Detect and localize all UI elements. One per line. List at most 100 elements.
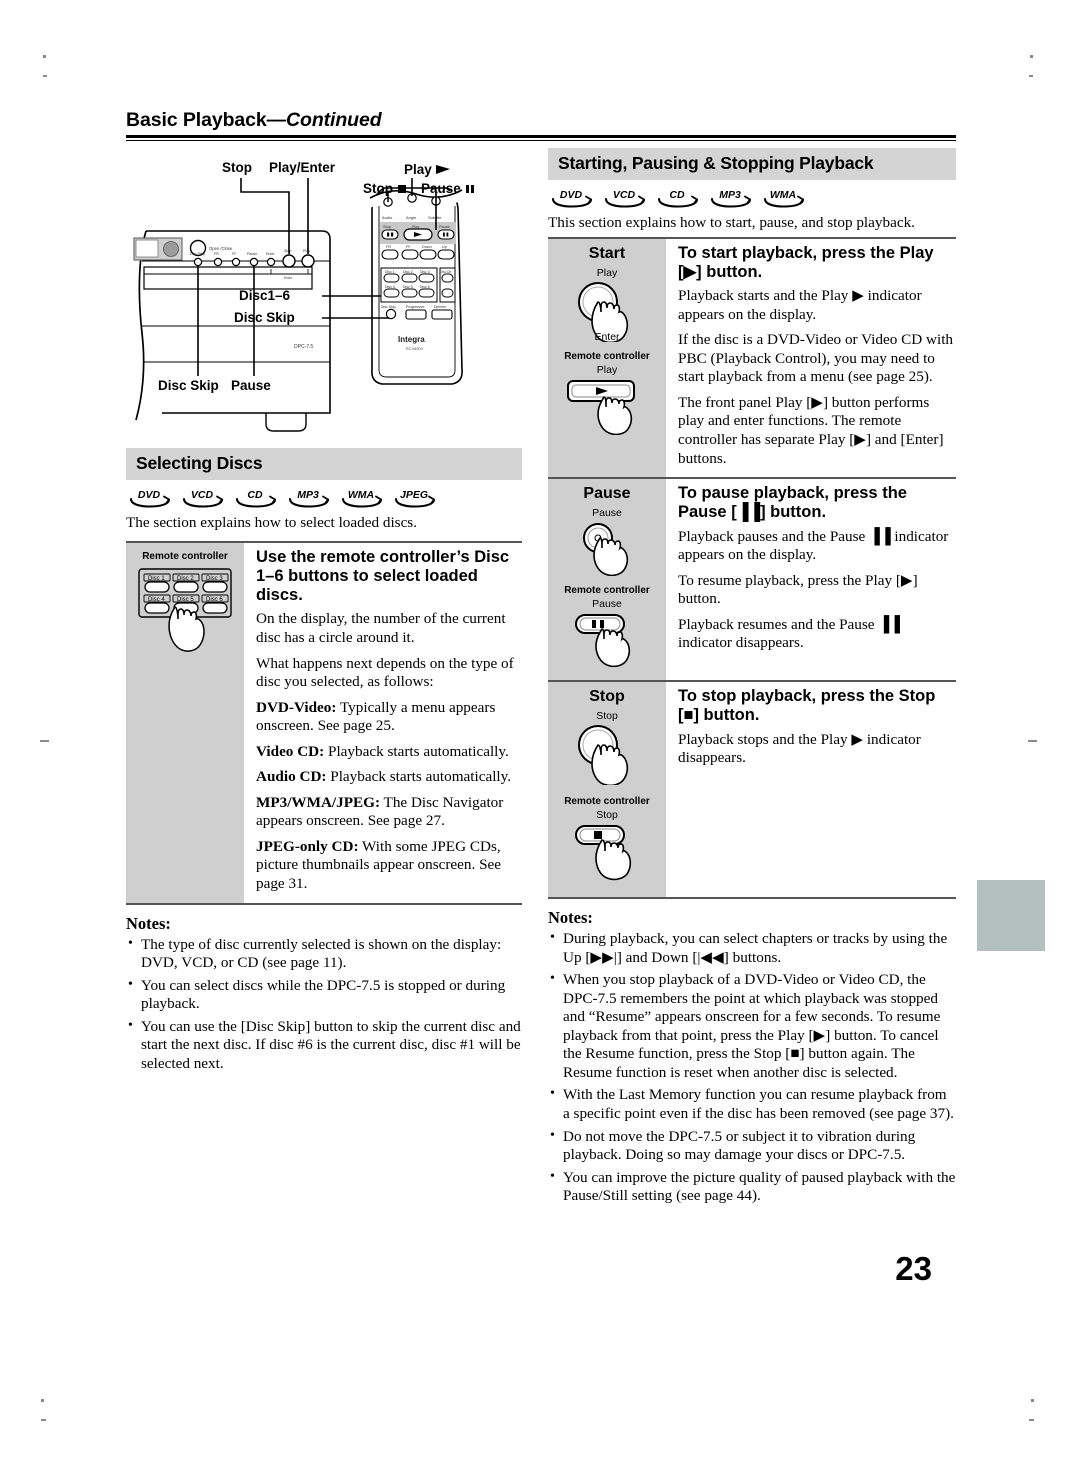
front-panel-stop-knob-illustration <box>578 725 629 787</box>
disc-type-item: Video CD: Playback starts automatically. <box>256 743 522 762</box>
selecting-discs-intro: The section explains how to select loade… <box>126 514 418 531</box>
pause-panel-button-label: Pause <box>592 507 622 520</box>
svg-text:JPEG: JPEG <box>400 489 428 501</box>
disc-format-badge-wma-icon: WMA <box>762 187 806 208</box>
svg-text:Disc 2: Disc 2 <box>403 270 413 274</box>
disc-format-badge-cd-icon: CD <box>234 487 278 508</box>
diagram-label-disc-skip-remote: Disc Skip <box>234 310 295 325</box>
disc-format-badge-vcd-icon: VCD <box>181 487 225 508</box>
disc-format-badge-dvd-icon: DVD <box>128 487 172 508</box>
left-disc-format-badges: DVD VCD CD MP3 WMA JPEG <box>128 487 522 508</box>
svg-text:Integra: Integra <box>398 335 425 344</box>
svg-text:RC-540DV: RC-540DV <box>406 347 424 351</box>
remote-controller-label: Remote controller <box>142 550 228 562</box>
left-notes-title: Notes: <box>126 913 171 933</box>
remote-pause-button-illustration <box>575 614 631 668</box>
page-number: 23 <box>895 1250 932 1287</box>
disc-format-badge-jpeg-icon: JPEG <box>393 487 437 508</box>
start-row-label: Start <box>588 244 626 262</box>
remote-play-button-illustration <box>567 379 635 435</box>
svg-text:Disc 4: Disc 4 <box>385 285 395 289</box>
stop-text-cell: To stop playback, press the Stop [■] but… <box>666 682 956 897</box>
right-column: Starting, Pausing & Stopping Playback DV… <box>548 148 956 1210</box>
crop-mark-bottom-right-2 <box>1029 1419 1034 1421</box>
diagram-label-play-remote: Play <box>404 162 451 177</box>
pause-remote-button-label: Pause <box>592 598 622 611</box>
svg-text:Stop: Stop <box>284 249 291 253</box>
svg-text:FF: FF <box>406 245 411 249</box>
svg-text:MP3: MP3 <box>297 489 319 501</box>
svg-text:DPC-7.5: DPC-7.5 <box>294 344 313 350</box>
stop-heading: To stop playback, press the Stop [■] but… <box>678 687 936 725</box>
note-item: With the Last Memory function you can re… <box>548 1085 956 1123</box>
pause-text-cell: To pause playback, press the Pause [▐▐] … <box>666 479 956 680</box>
start-remote-label: Remote controller <box>564 350 650 362</box>
diagram-label-pause-front: Pause <box>231 378 271 393</box>
disc-format-badge-cd-icon: CD <box>656 187 700 208</box>
crop-mark-mid-right <box>1028 740 1037 742</box>
note-item: When you stop playback of a DVD-Video or… <box>548 970 956 1082</box>
instruction-row-disc-buttons: Remote controller Disc 1 Disc 2 Disc 3 D… <box>126 542 522 903</box>
crop-mark-top-left-2 <box>43 75 47 77</box>
stop-row-label: Stop <box>589 688 625 706</box>
svg-text:CD: CD <box>669 189 685 201</box>
diagram-label-pause-remote: Pause <box>421 181 476 196</box>
start-text-cell: To start playback, press the Play [▶] bu… <box>666 239 956 478</box>
disc-type-item: DVD-Video: Typically a menu appears onsc… <box>256 699 522 736</box>
diagram-label-stop-remote-text: Stop <box>363 181 393 196</box>
start-heading: To start playback, press the Play [▶] bu… <box>678 243 934 281</box>
instruction-heading: Use the remote controller’s Disc 1–6 but… <box>256 547 510 605</box>
pause-para-3: Playback resumes and the Pause ▐▐ indica… <box>678 615 900 652</box>
svg-text:Disc 6: Disc 6 <box>206 597 223 603</box>
pause-para-2: To resume playback, press the Play [▶] b… <box>678 571 918 608</box>
crop-mark-bottom-right <box>1031 1399 1034 1402</box>
svg-text:FR: FR <box>214 252 219 256</box>
svg-text:VCD: VCD <box>191 489 214 501</box>
disc-type-list: DVD-Video: Typically a menu appears onsc… <box>256 699 522 894</box>
diagram-label-stop-remote: Stop <box>363 181 408 196</box>
left-notes-list: The type of disc currently selected is s… <box>126 935 522 1074</box>
stop-square-icon <box>397 185 406 193</box>
right-disc-format-badges: DVD VCD CD MP3 WMA <box>550 187 956 208</box>
svg-text:WMA: WMA <box>770 189 796 201</box>
pause-remote-label: Remote controller <box>564 585 650 597</box>
svg-text:Enter: Enter <box>284 276 293 280</box>
remote-stop-button-illustration <box>575 825 632 881</box>
start-illustration-cell: Start Play Enter Remote controller Play <box>548 238 666 478</box>
start-para-2: If the disc is a DVD-Video or Video CD w… <box>678 331 954 386</box>
disc-format-badge-vcd-icon: VCD <box>603 187 647 208</box>
svg-text:Pause: Pause <box>439 225 450 229</box>
disc-type-term: JPEG-only CD: <box>256 837 359 855</box>
svg-text:Disc 3: Disc 3 <box>420 270 430 274</box>
start-para-1: Playback starts and the Play ▶ indicator… <box>678 287 922 323</box>
section-heading-starting-pausing-stopping: Starting, Pausing & Stopping Playback <box>548 148 956 180</box>
note-item: Do not move the DPC-7.5 or subject it to… <box>548 1127 956 1165</box>
svg-text:WMA: WMA <box>348 489 374 501</box>
svg-text:Up: Up <box>442 245 447 249</box>
svg-text:Angle: Angle <box>406 215 417 220</box>
crop-mark-bottom-left <box>41 1399 44 1402</box>
disc-type-term: MP3/WMA/JPEG: <box>256 793 381 811</box>
crop-mark-bottom-left-2 <box>41 1419 46 1421</box>
diagram-label-disc-skip-front: Disc Skip <box>158 378 219 393</box>
page-content: Basic Playback—Continued Open /Close Dis… <box>126 109 956 1350</box>
svg-text:Enter: Enter <box>266 252 275 256</box>
diagram-label-pause-remote-text: Pause <box>421 181 461 196</box>
crop-mark-top-right-2 <box>1029 75 1033 77</box>
front-panel-pause-button-illustration <box>583 523 629 577</box>
playback-instruction-table: Start Play Enter Remote controller Play <box>548 236 956 900</box>
note-item: You can use the [Disc Skip] button to sk… <box>126 1017 522 1074</box>
disc-type-item: Audio CD: Playback starts automatically. <box>256 768 522 787</box>
running-head: Basic Playback—Continued <box>126 109 956 135</box>
svg-text:Stop: Stop <box>383 225 391 229</box>
instruction-para-2: What happens next depends on the type of… <box>256 654 514 691</box>
disc-type-description: Playback starts automatically. <box>324 742 509 760</box>
svg-text:Disc 1: Disc 1 <box>385 270 395 274</box>
pause-para-1: Playback pauses and the Pause ▐▐ indicat… <box>678 527 949 564</box>
svg-text:Disc Skip: Disc Skip <box>190 252 205 256</box>
section-heading-selecting-discs: Selecting Discs <box>126 448 522 480</box>
diagram-label-stop-front: Stop <box>222 160 252 175</box>
svg-text:DVD: DVD <box>138 489 161 501</box>
diagram-label-play-enter-front: Play/Enter <box>269 160 336 175</box>
svg-text:FR: FR <box>386 245 391 249</box>
